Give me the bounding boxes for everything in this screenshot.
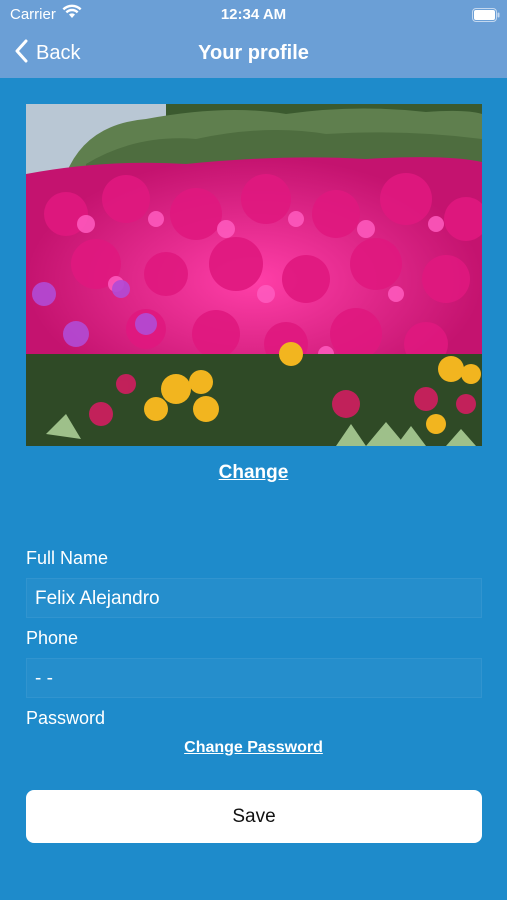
change-photo-link[interactable]: Change bbox=[0, 462, 507, 484]
save-button[interactable]: Save bbox=[26, 790, 482, 843]
profile-photo bbox=[26, 104, 482, 446]
page-title: Your profile bbox=[198, 42, 309, 64]
change-password-link[interactable]: Change Password bbox=[0, 739, 507, 757]
phone-label: Phone bbox=[26, 628, 79, 648]
status-time: 12:34 AM bbox=[220, 6, 287, 23]
save-button-label: Save bbox=[232, 805, 276, 827]
navigation-bar: Back Your profile bbox=[0, 30, 507, 78]
password-label: Password bbox=[26, 708, 106, 728]
status-bar: Carrier 12:34 AM bbox=[0, 0, 507, 30]
battery-icon bbox=[472, 8, 500, 27]
phone-field[interactable]: - - bbox=[26, 658, 482, 698]
full-name-label: Full Name bbox=[26, 548, 109, 568]
full-name-field[interactable]: Felix Alejandro bbox=[26, 578, 482, 618]
